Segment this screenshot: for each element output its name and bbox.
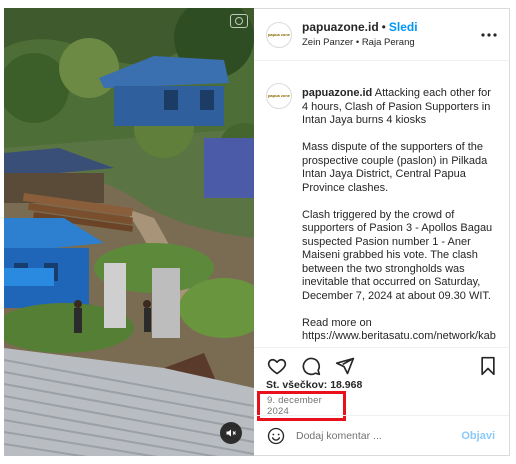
share-icon[interactable] — [334, 355, 356, 377]
more-options-icon[interactable] — [479, 25, 499, 45]
speaker-muted-icon[interactable] — [220, 422, 242, 444]
caption-paragraph: papuazone.id Attacking each other for 4 … — [302, 87, 499, 128]
caption-paragraph: Clash triggered by the crowd of supporte… — [302, 208, 493, 302]
more-dots-glyph — [481, 32, 497, 37]
emoji-glyph — [267, 427, 285, 444]
bookmark-glyph — [481, 356, 495, 375]
username-link[interactable]: papuazone.id — [302, 20, 379, 34]
caption-text: papuazone.id Attacking each other for 4 … — [302, 73, 499, 345]
audio-subline[interactable]: Zein Panzer • Raja Perang — [302, 35, 479, 50]
header-text: papuazone.id • Sledi Zein Panzer • Raja Pe… — [302, 20, 479, 50]
avatar-logo: papua zone — [267, 31, 290, 37]
speaker-muted-glyph — [226, 429, 236, 437]
heart-icon[interactable] — [266, 355, 288, 377]
post-header: papua zone papuazone.id • Sledi Zein Panze… — [254, 9, 509, 61]
caption-avatar[interactable]: papua zone — [266, 83, 292, 109]
post-date[interactable]: 9. december 2024 — [267, 395, 343, 417]
caption-avatar-logo: papua zone — [267, 93, 290, 98]
post-image — [4, 8, 254, 456]
comment-glyph — [302, 357, 321, 375]
heart-glyph — [267, 358, 287, 374]
caption-paragraph: Mass dispute of the supporters of the pr… — [302, 141, 488, 194]
header-line: papuazone.id • Sledi — [302, 20, 479, 35]
bookmark-icon[interactable] — [477, 355, 499, 377]
share-glyph — [335, 357, 355, 374]
action-bar — [254, 347, 509, 383]
camera-icon — [230, 14, 248, 28]
post-details-panel: papua zone papuazone.id • Sledi Zein Panze… — [254, 8, 510, 456]
post-comment-button[interactable]: Objavi — [461, 430, 495, 442]
post-media[interactable] — [4, 8, 254, 456]
emoji-icon[interactable] — [266, 426, 286, 446]
avatar[interactable]: papua zone — [266, 21, 292, 48]
separator-dot: • — [381, 19, 386, 34]
caption-paragraph: Read more on https://www.beritasatu.com/… — [302, 316, 496, 343]
caption-section: papua zone papuazone.id Attacking each o… — [254, 73, 509, 345]
caption-username[interactable]: papuazone.id — [302, 87, 372, 99]
comment-input[interactable] — [296, 429, 462, 442]
comment-icon[interactable] — [300, 355, 322, 377]
comment-bar: Objavi — [254, 415, 509, 455]
follow-button[interactable]: Sledi — [389, 20, 418, 34]
